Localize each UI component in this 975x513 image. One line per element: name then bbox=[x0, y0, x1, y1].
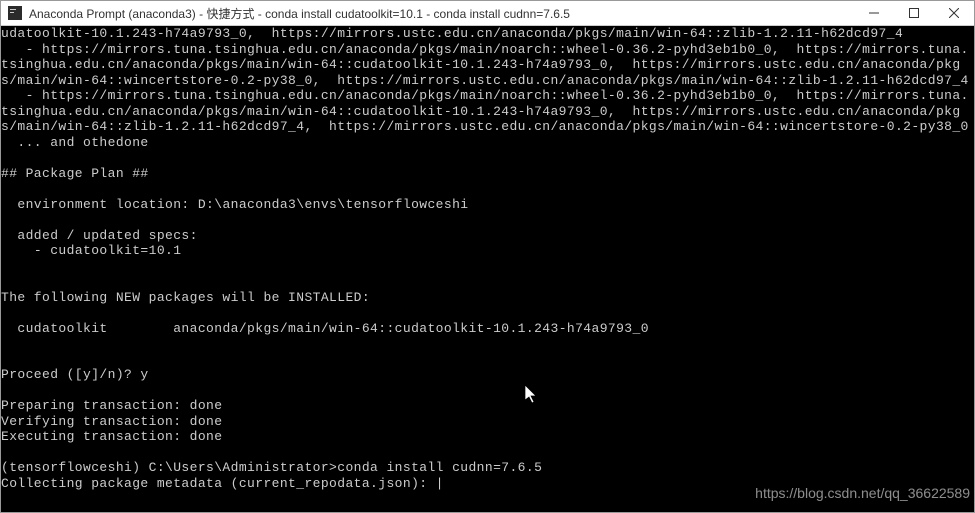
terminal-line: Proceed ([y]/n)? y bbox=[1, 367, 974, 383]
terminal-line bbox=[1, 383, 974, 399]
terminal-line bbox=[1, 150, 974, 166]
terminal-line bbox=[1, 336, 974, 352]
close-button[interactable] bbox=[934, 1, 974, 25]
terminal-line: Preparing transaction: done bbox=[1, 398, 974, 414]
window-controls bbox=[854, 1, 974, 25]
terminal-line bbox=[1, 181, 974, 197]
terminal-line: Collecting package metadata (current_rep… bbox=[1, 476, 974, 492]
terminal-line bbox=[1, 305, 974, 321]
terminal-line: - https://mirrors.tuna.tsinghua.edu.cn/a… bbox=[1, 42, 974, 89]
window-title: Anaconda Prompt (anaconda3) - 快捷方式 - con… bbox=[27, 5, 854, 22]
terminal-line: added / updated specs: bbox=[1, 228, 974, 244]
terminal-line bbox=[1, 259, 974, 275]
terminal-line bbox=[1, 445, 974, 461]
app-icon bbox=[7, 5, 23, 21]
terminal-line: Verifying transaction: done bbox=[1, 414, 974, 430]
terminal-line: udatoolkit-10.1.243-h74a9793_0, https://… bbox=[1, 26, 974, 42]
terminal-line: ## Package Plan ## bbox=[1, 166, 974, 182]
terminal-line: The following NEW packages will be INSTA… bbox=[1, 290, 974, 306]
maximize-button[interactable] bbox=[894, 1, 934, 25]
terminal-line bbox=[1, 352, 974, 368]
minimize-button[interactable] bbox=[854, 1, 894, 25]
terminal-line bbox=[1, 212, 974, 228]
terminal-line: cudatoolkit anaconda/pkgs/main/win-64::c… bbox=[1, 321, 974, 337]
terminal-line: (tensorflowceshi) C:\Users\Administrator… bbox=[1, 460, 974, 476]
terminal-line: - cudatoolkit=10.1 bbox=[1, 243, 974, 259]
titlebar[interactable]: Anaconda Prompt (anaconda3) - 快捷方式 - con… bbox=[1, 1, 974, 26]
terminal-line: environment location: D:\anaconda3\envs\… bbox=[1, 197, 974, 213]
terminal-line: - https://mirrors.tuna.tsinghua.edu.cn/a… bbox=[1, 88, 974, 135]
terminal-line bbox=[1, 274, 974, 290]
terminal-line: Executing transaction: done bbox=[1, 429, 974, 445]
terminal-body[interactable]: udatoolkit-10.1.243-h74a9793_0, https://… bbox=[1, 26, 974, 512]
terminal-line: ... and othedone bbox=[1, 135, 974, 151]
terminal-window: Anaconda Prompt (anaconda3) - 快捷方式 - con… bbox=[0, 0, 975, 513]
